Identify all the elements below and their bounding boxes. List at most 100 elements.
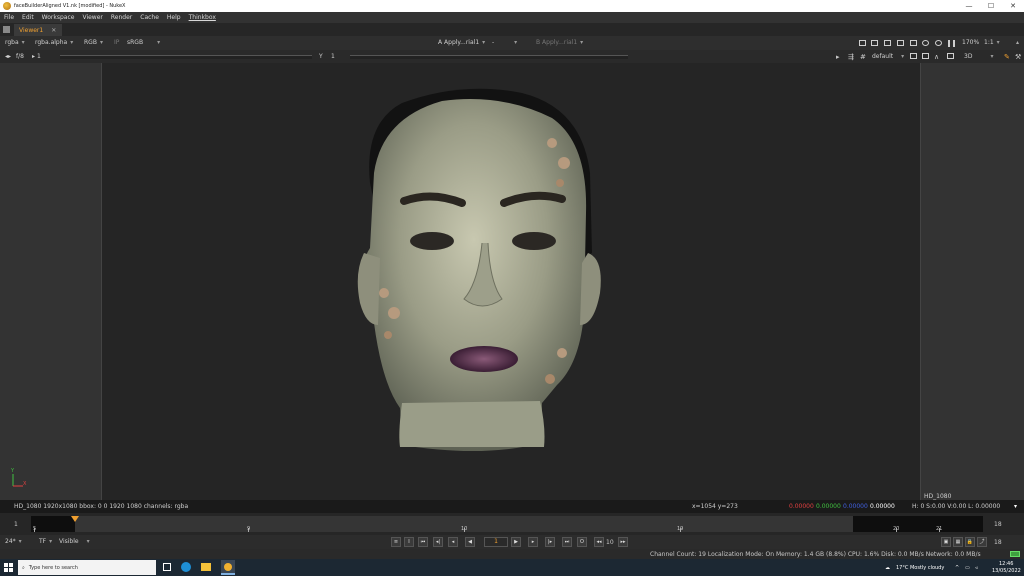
tab-viewer1[interactable]: Viewer1 ✕ — [14, 24, 62, 36]
menu-viewer[interactable]: Viewer — [82, 14, 102, 21]
cache-icon[interactable]: ≡ — [391, 537, 401, 547]
file-explorer-icon[interactable] — [201, 563, 211, 571]
lut-dropdown[interactable]: default ▾ — [872, 53, 904, 60]
weather-icon[interactable]: ☁ — [885, 565, 890, 571]
info-dropdown-icon[interactable]: ▾ — [1014, 503, 1017, 510]
guides-icon[interactable] — [910, 40, 917, 46]
clock-date[interactable]: 13/05/2022 — [992, 568, 1021, 574]
windows-taskbar: ⌕ Type here to search ☁ 17°C Mostly clou… — [0, 559, 1024, 576]
visible-dropdown[interactable]: Visible ▾ — [59, 538, 90, 545]
gain-slider[interactable] — [60, 55, 312, 59]
last-frame-icon[interactable]: ⏭ — [562, 537, 572, 547]
curve-icon[interactable]: ∧ — [934, 53, 941, 61]
ratio-dropdown[interactable]: 1:1 ▾ — [984, 39, 1000, 46]
fps-dropdown[interactable]: 24* ▾ — [5, 538, 22, 545]
proxy-icon[interactable] — [897, 40, 904, 46]
lock-range-icon[interactable]: 🔒 — [965, 537, 975, 547]
color-picker-icon[interactable]: ▸ — [836, 53, 843, 61]
timeline-end[interactable]: 18 — [994, 521, 1002, 528]
taskbar-search-input[interactable]: ⌕ Type here to search — [18, 560, 156, 575]
expand-icon[interactable]: ▴ — [1016, 39, 1019, 46]
first-frame-icon[interactable]: ⏮ — [418, 537, 428, 547]
pause-icon[interactable] — [948, 40, 955, 47]
frame-increment[interactable]: 10 — [606, 539, 614, 546]
volume-icon[interactable]: ◃ — [975, 565, 978, 571]
play-forward-icon[interactable]: ▶ — [511, 537, 521, 547]
network-icon[interactable]: ▭ — [965, 565, 970, 571]
flipbook-icon[interactable]: ▦ — [953, 537, 963, 547]
timeline[interactable]: 1 5 9 10 19 20 21 18 — [0, 513, 1024, 535]
gain-arrow-icon[interactable]: ▸ — [32, 53, 35, 60]
fstop-field[interactable]: f/8 — [16, 53, 24, 60]
input-b-dropdown[interactable]: B Apply...rial1 ▾ — [536, 39, 583, 46]
next-frame-icon[interactable]: ▸ — [528, 537, 538, 547]
timeline-start[interactable]: 1 — [14, 521, 18, 528]
skip-back-icon[interactable]: ◂◂ — [594, 537, 604, 547]
end-frame-field[interactable]: 18 — [994, 539, 1002, 546]
tab-close-icon[interactable]: ✕ — [51, 27, 56, 34]
windows-start-icon[interactable] — [4, 563, 13, 572]
viewer-canvas[interactable]: HD_1080 — [0, 63, 1024, 501]
out-point-icon[interactable]: O — [577, 537, 587, 547]
menu-file[interactable]: File — [4, 14, 14, 21]
overlay-icon[interactable] — [871, 40, 878, 46]
menu-edit[interactable]: Edit — [22, 14, 34, 21]
current-frame-field[interactable]: 1 — [484, 537, 508, 547]
pixel-b: 0.00000 — [843, 503, 868, 510]
export-icon[interactable]: ⤴ — [977, 537, 987, 547]
anaglyph-icon[interactable]: ⇶ — [848, 53, 855, 61]
viewer-input-icon[interactable] — [910, 53, 917, 59]
maximize-button[interactable]: ☐ — [980, 0, 1002, 12]
wipe-icon[interactable] — [922, 53, 929, 59]
compare-op-dropdown[interactable]: - ▾ — [492, 39, 517, 46]
colorspace-dropdown[interactable]: sRGB ▾ — [127, 39, 160, 46]
paint-brush-icon[interactable]: ✎ — [1004, 53, 1011, 61]
grid-icon[interactable]: # — [860, 53, 867, 61]
ip-toggle[interactable]: IP — [114, 39, 119, 46]
display-channel-dropdown[interactable]: RGB ▾ — [84, 39, 103, 46]
split-icon[interactable] — [947, 53, 954, 59]
loop-icon[interactable]: ▣ — [941, 537, 951, 547]
input-a-dropdown[interactable]: A Apply...rial1 ▾ — [438, 39, 485, 46]
roi-icon[interactable] — [859, 40, 866, 46]
close-window-button[interactable]: ✕ — [1002, 0, 1024, 12]
timeline-inactive-left — [31, 516, 75, 532]
mask-icon[interactable] — [884, 40, 891, 46]
cursor-coords: x=1054 y=273 — [692, 503, 738, 510]
skip-forward-icon[interactable]: ▸▸ — [618, 537, 628, 547]
menu-render[interactable]: Render — [111, 14, 132, 21]
minimize-button[interactable]: — — [958, 0, 980, 12]
channels-dropdown[interactable]: rgba ▾ — [5, 39, 25, 46]
gain-field[interactable]: 1 — [37, 53, 41, 60]
gamma-slider[interactable] — [350, 55, 628, 59]
prev-frame-icon[interactable]: ◂ — [448, 537, 458, 547]
weather-text[interactable]: 17°C Mostly cloudy — [896, 565, 944, 571]
view-mode-dropdown[interactable]: 3D ▾ — [964, 53, 993, 60]
tray-chevron-icon[interactable]: ^ — [955, 565, 959, 571]
menu-workspace[interactable]: Workspace — [42, 14, 75, 21]
edge-icon[interactable] — [181, 562, 191, 572]
wrench-icon[interactable]: ⚒ — [1015, 53, 1022, 61]
tf-dropdown[interactable]: TF ▾ — [39, 538, 52, 545]
gamma-field[interactable]: 1 — [331, 53, 335, 60]
in-point-icon[interactable]: I — [404, 537, 414, 547]
menu-thinkbox[interactable]: Thinkbox — [189, 14, 216, 21]
lock-icon[interactable] — [935, 40, 942, 46]
next-key-icon[interactable]: |▸ — [545, 537, 555, 547]
playhead-marker[interactable] — [71, 516, 79, 522]
zoom-dropdown[interactable]: 170% — [962, 39, 979, 46]
nuke-taskbar-icon[interactable] — [221, 560, 235, 575]
prev-key-icon[interactable]: ◂| — [433, 537, 443, 547]
play-backward-icon[interactable]: ◀ — [465, 537, 475, 547]
gain-arrows-icon[interactable]: ◂▸ — [5, 53, 11, 60]
task-view-icon[interactable] — [163, 563, 171, 571]
clock-time[interactable]: 12:46 — [999, 561, 1013, 567]
timeline-track[interactable]: 5 9 10 19 20 21 — [31, 516, 983, 532]
menu-help[interactable]: Help — [167, 14, 181, 21]
pane-menu-icon[interactable] — [3, 26, 10, 33]
menu-cache[interactable]: Cache — [140, 14, 159, 21]
memory-indicator — [1010, 551, 1020, 557]
timeline-inactive-right — [853, 516, 983, 532]
alpha-channel-dropdown[interactable]: rgba.alpha ▾ — [35, 39, 73, 46]
refresh-icon[interactable] — [922, 40, 929, 46]
